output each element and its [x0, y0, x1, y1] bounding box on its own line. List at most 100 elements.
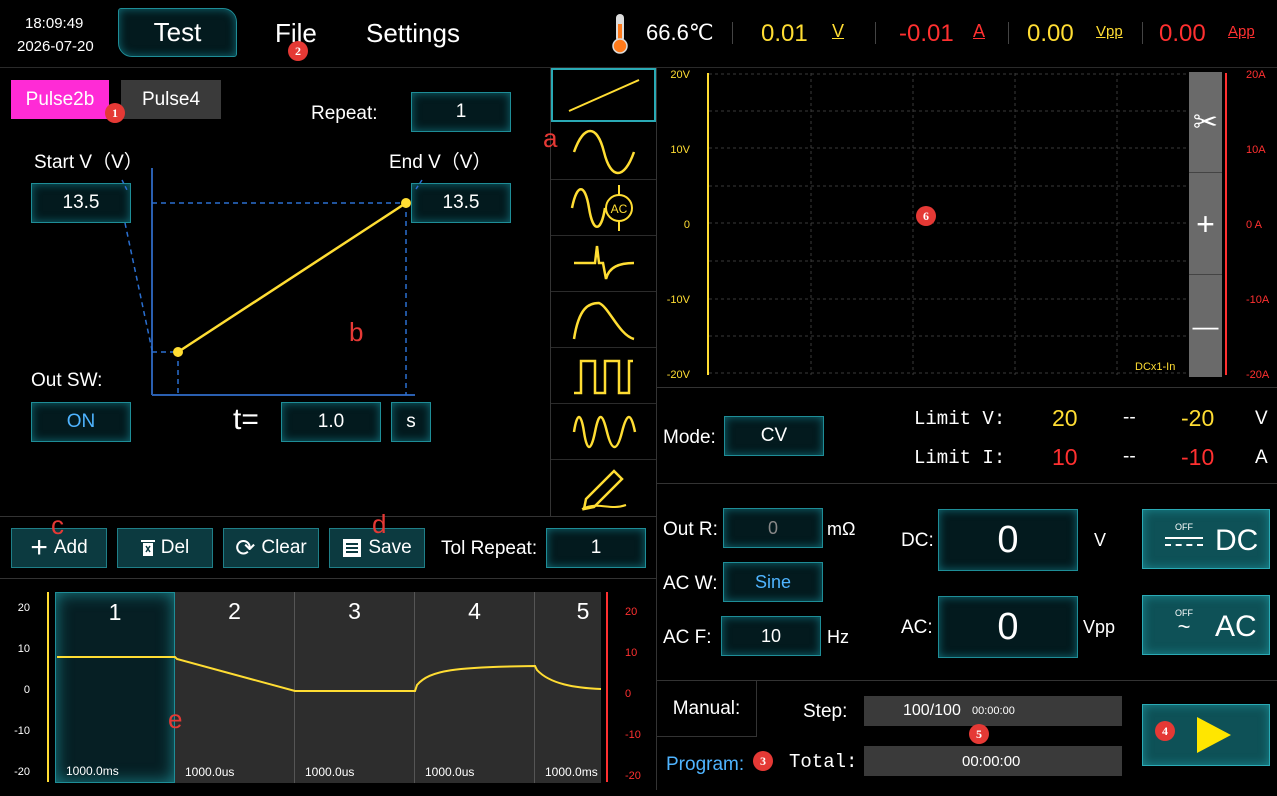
scope-grid — [709, 73, 1225, 375]
spike-icon — [573, 245, 634, 279]
tol-repeat-input[interactable]: 1 — [546, 528, 646, 568]
scope-cut-button[interactable]: ✂ — [1189, 72, 1222, 173]
annotation-e: e — [168, 704, 183, 734]
ac-freq-input[interactable]: 10 — [721, 616, 821, 656]
dc-value: 0 — [997, 518, 1019, 561]
waveform-spike[interactable] — [551, 236, 656, 292]
seq-right-tick: 20 — [625, 606, 638, 618]
dc-unit: V — [1094, 530, 1107, 550]
save-label: Save — [368, 537, 412, 558]
ac-unit: Vpp — [1083, 617, 1116, 637]
dc-state: OFF — [1175, 522, 1193, 532]
seq-left-tick: -10 — [14, 725, 30, 737]
limit-v-unit: V — [1255, 408, 1268, 429]
scope-right-tick: -10A — [1246, 294, 1270, 306]
scope-right-tick: 0 A — [1246, 219, 1262, 231]
seq-left-axis — [47, 592, 49, 782]
current-unit: A — [973, 21, 986, 41]
sine-ac-icon: AC — [570, 184, 633, 231]
waveform-sine[interactable] — [551, 124, 656, 180]
ac-wave-select[interactable]: Sine — [723, 562, 823, 602]
app-readout: 0.00 — [1159, 20, 1206, 47]
out-r-input[interactable]: 0 — [723, 508, 823, 548]
out-r-label: Out R: — [663, 519, 718, 540]
waveform-sine-ac[interactable]: AC — [551, 180, 656, 236]
tab-test-label: Test — [153, 17, 202, 47]
voltage-readout: 0.01 — [761, 20, 808, 47]
step-label: Step: — [803, 701, 848, 722]
repeat-value: 1 — [455, 101, 467, 122]
repeat-input[interactable]: 1 — [411, 92, 511, 132]
ac-button-label: AC — [1215, 610, 1257, 643]
scope-caption: DCx1-In — [1135, 361, 1176, 373]
waveform-chirp[interactable] — [551, 404, 656, 460]
scope-right-tick: 10A — [1246, 144, 1266, 156]
limit-i-low: -10 — [1181, 444, 1215, 470]
dc-value-input[interactable]: 0 — [938, 509, 1078, 571]
annotation-d: d — [372, 509, 387, 539]
end-v-value: 13.5 — [442, 192, 480, 213]
out-sw-label: Out SW: — [31, 370, 103, 391]
save-icon — [343, 539, 362, 557]
tol-repeat-label: Tol Repeat: — [441, 538, 538, 559]
limit-i-high: 10 — [1052, 444, 1078, 470]
annotation-4: 4 — [1155, 721, 1175, 741]
ac-value-input[interactable]: 0 — [938, 596, 1078, 658]
scope-right-axis — [1225, 73, 1227, 375]
waveform-custom[interactable] — [551, 460, 656, 516]
t-unit-select[interactable]: s — [391, 402, 431, 442]
program-tab[interactable]: Program: — [666, 754, 744, 776]
thermometer-icon — [612, 14, 628, 54]
play-icon — [1197, 717, 1231, 753]
sine-icon — [572, 129, 635, 174]
ac-value: 0 — [997, 605, 1019, 648]
t-value: 1.0 — [317, 411, 345, 432]
out-r-unit: mΩ — [827, 519, 856, 539]
delete-button[interactable]: Del — [117, 528, 213, 568]
manual-tab[interactable]: Manual: — [657, 681, 757, 737]
scope-zoom-out-button[interactable]: — — [1189, 276, 1222, 377]
waveform-ramp[interactable] — [551, 68, 656, 122]
annotation-c: c — [51, 510, 64, 540]
ac-f-label: AC F: — [663, 627, 712, 648]
ac-output-button[interactable]: OFF ~ AC — [1142, 595, 1270, 655]
waveform-decay[interactable] — [551, 292, 656, 348]
sequence-trace — [57, 656, 602, 692]
clear-button[interactable]: ⟳ Clear — [223, 528, 319, 568]
annotation-a: a — [543, 123, 558, 153]
manual-label: Manual: — [672, 697, 741, 719]
tab-test[interactable]: Test — [118, 8, 237, 57]
t-input[interactable]: 1.0 — [281, 402, 381, 442]
annotation-6: 6 — [916, 206, 936, 226]
scope-zoom-in-button[interactable]: + — [1189, 174, 1222, 275]
chirp-icon — [572, 415, 636, 448]
dc-icon: OFF — [1165, 522, 1203, 546]
limit-v-high: 20 — [1052, 405, 1078, 431]
limit-v-label: Limit V: — [914, 408, 1006, 430]
scope-left-tick: 10V — [670, 144, 690, 156]
mode-select[interactable]: CV — [724, 416, 824, 456]
tab-pulse2b[interactable]: Pulse2b — [11, 80, 109, 119]
seq-left-tick: 10 — [17, 643, 30, 655]
mode-value: CV — [760, 425, 788, 446]
scope-left-tick: -20V — [666, 369, 690, 381]
pulse-diagram — [121, 168, 423, 396]
waveform-square[interactable] — [551, 348, 656, 404]
ac-wave-value: Sine — [754, 571, 792, 592]
tab-pulse4[interactable]: Pulse4 — [121, 80, 221, 119]
dc-output-button[interactable]: OFF DC — [1142, 509, 1270, 569]
square-icon — [573, 359, 633, 394]
temperature-readout: 66.6℃ — [646, 20, 714, 45]
dc-button-label: DC — [1215, 524, 1259, 557]
clock-time: 18:09:49 — [25, 15, 84, 32]
ac-icon: OFF ~ — [1169, 608, 1199, 638]
decay-icon — [572, 301, 634, 340]
seq-right-tick: -20 — [625, 770, 641, 782]
vpp-readout: 0.00 — [1027, 20, 1074, 47]
repeat-label: Repeat: — [311, 103, 378, 124]
ac-f-unit: Hz — [827, 627, 849, 647]
tab-settings[interactable]: Settings — [366, 18, 460, 49]
out-sw-toggle[interactable]: ON — [31, 402, 131, 442]
seq-right-axis — [606, 592, 608, 782]
clock-date: 2026-07-20 — [17, 38, 94, 55]
